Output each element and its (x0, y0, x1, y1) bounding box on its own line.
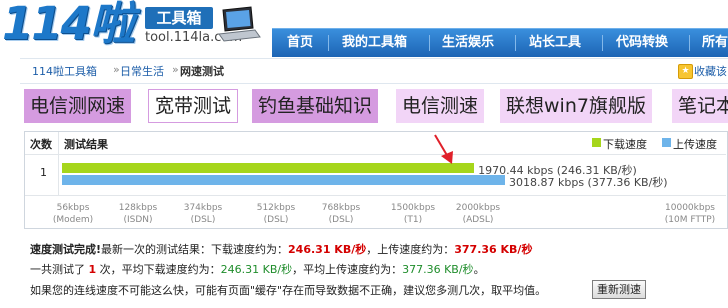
summary-line-latest: 速度测试完成!最新一次的测试结果：下载速度约为：246.31 KB/秒，上传速度… (30, 241, 532, 257)
chip-notebook[interactable]: 笔记本 (672, 89, 728, 123)
logo-tag: 工具箱 (145, 7, 213, 29)
summary-text: ，平均上传速度约为： (292, 263, 403, 276)
scale-tick-sublabel: (10M FTTP) (664, 215, 716, 225)
red-arrow-annotation (434, 134, 453, 164)
legend-upload-swatch (662, 138, 671, 147)
scale-tick-sublabel: (T1) (403, 215, 423, 225)
nav-my-toolbox[interactable]: 我的工具箱 (342, 29, 407, 57)
row-divider (25, 195, 726, 196)
scale-tick-sublabel: (Modem) (52, 215, 94, 225)
download-speed-bar (62, 163, 475, 173)
scale-tick-sublabel: (DSL) (190, 215, 216, 225)
breadcrumb-current: 网速测试 (180, 65, 224, 78)
latest-download-value: 246.31 KB/秒 (288, 243, 367, 256)
favorite-link[interactable]: 收藏该 (694, 63, 727, 79)
nav-life-entertainment[interactable]: 生活娱乐 (442, 29, 494, 57)
scale-tick-sublabel: (ISDN) (123, 215, 153, 225)
scale-tick-label: 512kbps (256, 203, 296, 213)
summary-complete-label: 速度测试完成! (30, 243, 102, 256)
latest-upload-value: 377.36 KB/秒 (454, 243, 533, 256)
scale-tick-label: 768kbps (321, 203, 361, 213)
scale-tick-sublabel: (DSL) (263, 215, 289, 225)
average-upload-value: 377.36 KB/秒 (402, 263, 474, 276)
breadcrumb-home[interactable]: 114啦工具箱 (32, 63, 97, 79)
legend-upload-label: 上传速度 (673, 138, 717, 151)
main-nav: 首页 我的工具箱 生活娱乐 站长工具 代码转换 所有 (272, 28, 728, 57)
upload-speed-value: 3018.87 kbps (377.36 KB/秒) (509, 176, 668, 189)
chip-telecom-speed[interactable]: 电信测网速 (24, 89, 132, 123)
summary-text: 最新一次的测试结果：下载速度约为： (101, 243, 289, 256)
site-logo[interactable]: 114啦 (2, 0, 140, 54)
summary-line-average: 一共测试了 1 次，平均下载速度约为：246.31 KB/秒，平均上传速度约为：… (30, 261, 485, 277)
column-result-header: 测试结果 (64, 138, 108, 151)
summary-line-cache-note: 如果您的连线速度不可能这么快，可能有页面"缓存"存在而导致数据不正确，建议您多测… (30, 284, 547, 297)
legend-download-label: 下载速度 (603, 138, 647, 151)
nav-code-convert[interactable]: 代码转换 (616, 29, 668, 57)
chip-lenovo-win7[interactable]: 联想win7旗舰版 (500, 89, 652, 123)
breadcrumb-separator: » (113, 63, 120, 76)
scale-tick-sublabel: (ADSL) (462, 215, 494, 225)
legend-download-swatch (592, 138, 601, 147)
column-count-header: 次数 (30, 138, 52, 151)
chip-telecom-speedtest[interactable]: 电信测速 (396, 89, 485, 123)
scale-tick-label: 1500kbps (390, 203, 436, 213)
retest-button[interactable]: 重新测速 (592, 280, 646, 299)
scale-tick-label: 10000kbps (665, 203, 715, 213)
test-count: 1 (88, 263, 97, 276)
scale-tick-label: 128kbps (118, 203, 158, 213)
scale-tick-sublabel: (DSL) (328, 215, 354, 225)
average-download-value: 246.31 KB/秒 (220, 263, 293, 276)
scale-tick-label: 2000kbps (455, 203, 501, 213)
summary-text: 次，平均下载速度约为： (96, 263, 221, 276)
breadcrumb-daily-life[interactable]: 日常生活 (120, 63, 164, 79)
nav-webmaster-tools[interactable]: 站长工具 (529, 29, 581, 57)
upload-speed-bar (62, 175, 505, 185)
summary-text: 。 (473, 263, 485, 276)
nav-all[interactable]: 所有 (702, 29, 728, 57)
breadcrumb: 114啦工具箱 » 日常生活 » 网速测试 (20, 58, 728, 84)
chip-fishing-basics[interactable]: 钓鱼基础知识 (252, 89, 379, 123)
laptop-icon (218, 6, 261, 42)
column-divider (58, 132, 59, 196)
scale-tick-label: 56kbps (56, 203, 90, 213)
star-icon[interactable]: ★ (678, 64, 693, 79)
nav-home[interactable]: 首页 (287, 29, 313, 57)
chip-broadband-test[interactable]: 宽带测试 (148, 89, 239, 123)
summary-text: ，上传速度约为： (366, 243, 455, 256)
scale-tick-label: 374kbps (183, 203, 223, 213)
breadcrumb-separator: » (172, 63, 179, 76)
summary-text: 一共测试了 (30, 263, 89, 276)
result-row-index: 1 (40, 166, 47, 179)
